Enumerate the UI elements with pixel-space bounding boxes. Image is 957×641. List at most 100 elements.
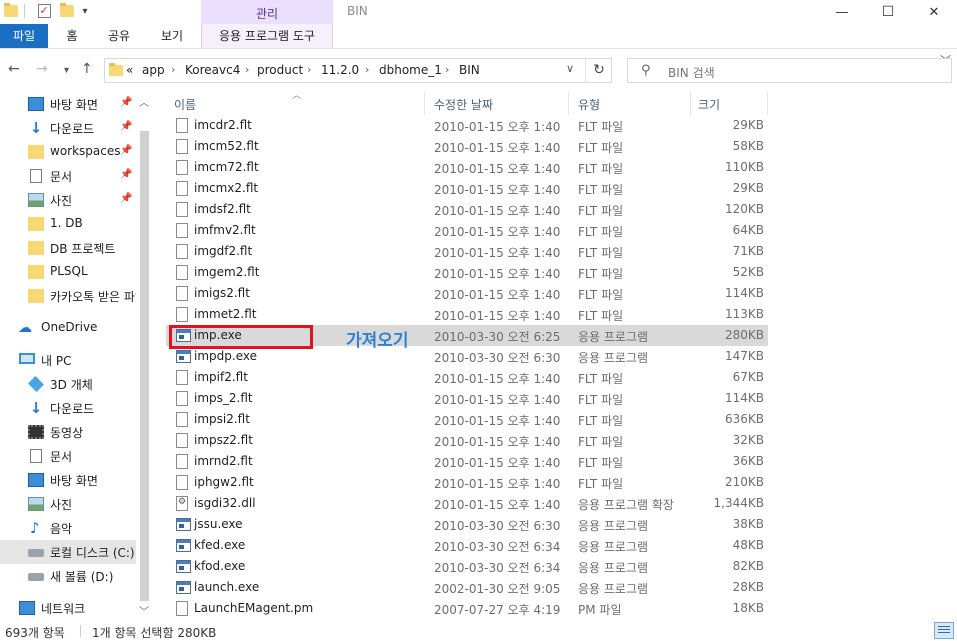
scroll-up-icon[interactable]: ︿ [139,94,149,109]
close-button[interactable]: ✕ [911,0,957,24]
file-row[interactable]: imigs2.flt 2010-01-15 오후 1:40 FLT 파일 114KB [166,283,768,304]
tab-share[interactable]: 공유 [100,24,138,48]
column-divider[interactable] [767,91,768,115]
nav-item-documents-pc[interactable]: 문서 [0,444,136,468]
crumb-version[interactable]: 11.2.0 [321,63,359,77]
file-row[interactable]: imps_2.flt 2010-01-15 오후 1:40 FLT 파일 114KB [166,388,768,409]
up-arrow-icon[interactable]: ↑ [81,61,93,77]
properties-icon[interactable]: ✓ [37,3,51,19]
nav-item-music[interactable]: ♪ 음악 [0,516,136,540]
nav-item-downloads-pc[interactable]: ↓ 다운로드 [0,396,136,420]
search-input[interactable]: BIN 검색 [668,64,715,81]
address-bar[interactable]: « app › Koreavc4 › product › 11.2.0 › db… [104,58,612,83]
nav-item-desktop[interactable]: 바탕 화면 📌 [0,92,136,116]
file-row[interactable]: isgdi32.dll 2010-01-15 오후 1:40 응용 프로그램 확장 1… [166,493,768,514]
file-row[interactable]: imcmx2.flt 2010-01-15 오후 1:40 FLT 파일 29KB [166,178,768,199]
nav-item-desktop-pc[interactable]: 바탕 화면 [0,468,136,492]
nav-item-kakaotalk[interactable]: 카카오톡 받은 파일 [0,284,136,308]
nav-item-this-pc[interactable]: 내 PC [0,348,136,372]
search-box[interactable]: ⚲ BIN 검색 [627,58,952,83]
file-row[interactable]: imcm52.flt 2010-01-15 오후 1:40 FLT 파일 58KB [166,136,768,157]
quick-access-dropdown-icon[interactable]: ▾ [78,3,92,19]
file-row[interactable]: impif2.flt 2010-01-15 오후 1:40 FLT 파일 67KB [166,367,768,388]
file-row[interactable]: imgem2.flt 2010-01-15 오후 1:40 FLT 파일 52KB [166,262,768,283]
crumb-separator[interactable]: › [365,63,369,76]
maximize-button[interactable]: ☐ [865,0,911,24]
crumb-app[interactable]: app [142,63,165,77]
column-divider[interactable] [690,91,691,115]
scrollbar-thumb[interactable] [140,131,149,601]
crumb-separator[interactable]: › [171,63,175,76]
tab-view[interactable]: 보기 [152,24,192,48]
nav-item-plsql[interactable]: PLSQL [0,260,136,284]
folder-icon[interactable] [4,3,18,19]
minimize-button[interactable]: — [819,0,865,24]
nav-item-volume-d[interactable]: 새 볼륨 (D:) [0,564,136,588]
file-row[interactable]: impsi2.flt 2010-01-15 오후 1:40 FLT 파일 636KB [166,409,768,430]
file-row[interactable]: immet2.flt 2010-01-15 오후 1:40 FLT 파일 113KB [166,304,768,325]
file-row[interactable]: impsz2.flt 2010-01-15 오후 1:40 FLT 파일 32KB [166,430,768,451]
nav-item-downloads[interactable]: ↓ 다운로드 📌 [0,116,136,140]
crumb-bin[interactable]: BIN [459,63,480,77]
crumb-separator[interactable]: › [245,63,249,76]
forward-arrow-icon[interactable]: → [36,61,48,77]
pin-icon[interactable]: 📌 [120,169,132,180]
file-row[interactable]: iphgw2.flt 2010-01-15 오후 1:40 FLT 파일 210KB [166,472,768,493]
recent-locations-chevron-down-icon[interactable]: ▾ [64,63,69,79]
column-size[interactable]: 크기 [698,96,720,113]
nav-item-documents[interactable]: 문서 📌 [0,164,136,188]
nav-item-label: 네트워크 [41,602,86,616]
nav-item-videos[interactable]: 동영상 [0,420,136,444]
crumb-dbhome[interactable]: dbhome_1 [379,63,442,77]
file-row[interactable]: imcdr2.flt 2010-01-15 오후 1:40 FLT 파일 29KB [166,115,768,136]
pin-icon[interactable]: 📌 [120,97,132,108]
file-row[interactable]: launch.exe 2002-01-30 오전 9:05 응용 프로그램 28KB [166,577,768,598]
folder-icon [109,63,123,76]
nav-scrollbar[interactable]: ︿ ﹀ [136,91,152,621]
file-name: imcdr2.flt [194,118,252,132]
pin-icon[interactable]: 📌 [120,193,132,204]
nav-item-network[interactable]: 네트워크 [0,596,136,620]
nav-item-local-disk-c[interactable]: 로컬 디스크 (C:) [0,540,136,564]
file-type: FLT 파일 [578,393,624,407]
back-arrow-icon[interactable]: ← [8,61,20,77]
pin-icon[interactable]: 📌 [120,145,132,156]
file-row[interactable]: impdp.exe 2010-03-30 오전 6:30 응용 프로그램 147KB [166,346,768,367]
file-row[interactable]: imfmv2.flt 2010-01-15 오후 1:40 FLT 파일 64KB [166,220,768,241]
file-row[interactable]: jssu.exe 2010-03-30 오전 6:30 응용 프로그램 38KB [166,514,768,535]
nav-item-1-db[interactable]: 1. DB [0,212,136,236]
tab-file[interactable]: 파일 [0,24,48,48]
file-row[interactable]: kfed.exe 2010-03-30 오전 6:34 응용 프로그램 48KB [166,535,768,556]
address-overflow[interactable]: « [126,63,133,77]
nav-item-workspaces[interactable]: workspaces 📌 [0,140,136,164]
column-divider[interactable] [424,91,425,115]
nav-item-pictures-pc[interactable]: 사진 [0,492,136,516]
column-type[interactable]: 유형 [578,96,600,113]
file-row[interactable]: imgdf2.flt 2010-01-15 오후 1:40 FLT 파일 71KB [166,241,768,262]
nav-item-pictures[interactable]: 사진 📌 [0,188,136,212]
tab-application-tools[interactable]: 응용 프로그램 도구 [201,24,333,48]
column-date-modified[interactable]: 수정한 날짜 [434,96,493,113]
crumb-koreavc4[interactable]: Koreavc4 [185,63,240,77]
file-row[interactable]: LaunchEMagent.pm 2007-07-27 오후 4:19 PM 파일 1… [166,598,768,619]
crumb-separator[interactable]: › [307,63,311,76]
crumb-separator[interactable]: › [445,63,449,76]
new-folder-icon[interactable] [60,3,74,19]
address-history-chevron-down-icon[interactable]: ∨ [566,62,574,75]
file-row[interactable]: imrnd2.flt 2010-01-15 오후 1:40 FLT 파일 36KB [166,451,768,472]
pin-icon[interactable]: 📌 [120,121,132,132]
tab-home[interactable]: 홈 [56,24,88,48]
column-divider[interactable] [568,91,569,115]
file-row[interactable]: imcm72.flt 2010-01-15 오후 1:40 FLT 파일 110KB [166,157,768,178]
file-row[interactable]: kfod.exe 2010-03-30 오전 6:34 응용 프로그램 82KB [166,556,768,577]
details-view-icon[interactable] [934,622,954,639]
nav-item-onedrive[interactable]: ☁ OneDrive [0,316,136,340]
nav-item-label: 내 PC [41,354,72,368]
crumb-product[interactable]: product [257,63,303,77]
scroll-down-icon[interactable]: ﹀ [139,603,149,618]
nav-item-3d-objects[interactable]: 3D 개체 [0,372,136,396]
refresh-icon[interactable]: ↻ [585,59,612,82]
file-row[interactable]: imdsf2.flt 2010-01-15 오후 1:40 FLT 파일 120KB [166,199,768,220]
column-name[interactable]: 이름 [174,96,196,113]
nav-item-db-project[interactable]: DB 프로젝트 [0,236,136,260]
